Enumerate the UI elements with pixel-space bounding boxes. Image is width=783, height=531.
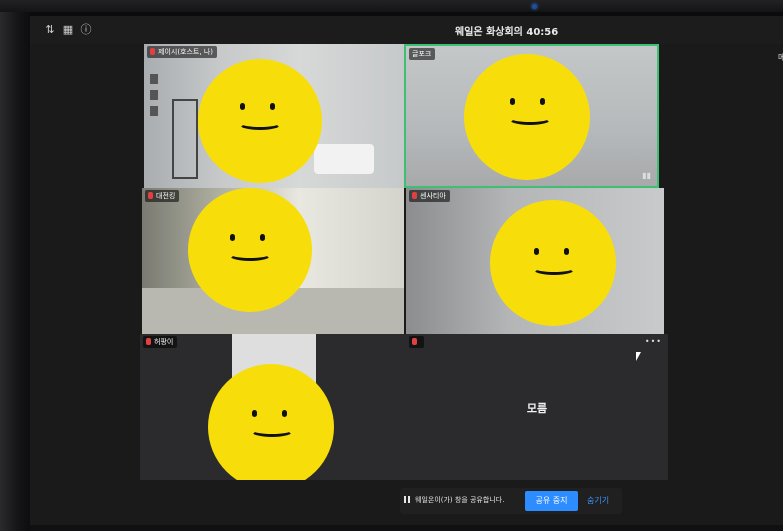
mic-muted-icon	[412, 338, 417, 345]
mic-muted-icon	[150, 48, 155, 55]
participant-name-tag: 센사티아	[409, 190, 450, 202]
eye	[282, 410, 287, 417]
avatar-smiley	[198, 59, 322, 183]
eye	[252, 410, 257, 417]
meeting-title: 웨일온 화상회의 40:56	[455, 23, 558, 38]
smile	[508, 112, 552, 125]
smile	[238, 117, 282, 130]
share-message-text: 웨일온이(가) 창을 공유합니다.	[415, 496, 505, 504]
eye	[240, 103, 245, 110]
mouse-cursor	[636, 352, 641, 361]
pause-icon	[404, 496, 410, 503]
side-panel-hint[interactable]: 메	[778, 52, 783, 63]
video-tile-2[interactable]: 글포크 ▮▮	[404, 44, 659, 188]
eye	[260, 234, 265, 241]
eye	[540, 98, 545, 105]
wall-frame	[150, 74, 158, 84]
participant-center-label: 모름	[526, 402, 548, 415]
eye	[564, 248, 569, 255]
title-bar: ⇅ ▦ ⓘ 웨일온 화상회의 40:56	[30, 16, 783, 44]
mic-muted-icon	[148, 192, 153, 199]
info-icon[interactable]: ⓘ	[80, 24, 92, 36]
participant-name-tag	[409, 336, 424, 348]
avatar-smiley	[188, 188, 312, 312]
participant-name: 제이시(호스트, 나)	[158, 48, 213, 56]
smile	[228, 248, 272, 261]
grid-icon[interactable]: ▦	[62, 24, 74, 36]
stop-share-button[interactable]: 공유 중지	[525, 491, 578, 511]
eye	[230, 234, 235, 241]
eye	[270, 103, 275, 110]
participant-name: 글포크	[412, 50, 432, 58]
video-tile-1[interactable]: 제이시(호스트, 나)	[144, 44, 404, 188]
smile	[250, 424, 294, 437]
wall-frame	[150, 90, 158, 100]
meeting-title-text: 웨일온 화상회의	[455, 27, 523, 38]
participant-name: 대전킹	[156, 192, 176, 200]
mic-muted-icon	[146, 338, 151, 345]
sofa	[314, 144, 374, 174]
mic-muted-icon	[412, 192, 417, 199]
speaking-icon: ▮▮	[642, 171, 651, 180]
participant-name-tag: 글포크	[409, 48, 436, 60]
avatar-smiley	[208, 364, 334, 480]
laptop-bezel-top	[0, 0, 783, 12]
smile	[532, 262, 576, 275]
video-tile-5[interactable]: 허팡이	[140, 334, 406, 480]
avatar-smiley	[490, 200, 616, 326]
wall-frame	[150, 106, 158, 116]
shelf	[172, 99, 198, 179]
participant-name-tag: 제이시(호스트, 나)	[147, 46, 217, 58]
avatar-smiley	[464, 54, 590, 180]
participant-name: 허팡이	[154, 338, 174, 346]
taskbar	[30, 525, 783, 531]
meeting-window: ⇅ ▦ ⓘ 웨일온 화상회의 40:56 메 제이시(호스트, 나) 글포크 ▮…	[30, 16, 783, 531]
laptop-bezel-left	[0, 0, 30, 531]
hide-button[interactable]: 숨기기	[587, 495, 609, 506]
video-tile-4[interactable]: 센사티아	[406, 188, 664, 334]
participant-name: 센사티아	[420, 192, 446, 200]
meeting-timer: 40:56	[526, 27, 559, 38]
participant-name-tag: 대전킹	[145, 190, 180, 202]
share-message: 웨일온이(가) 창을 공유합니다.	[404, 495, 504, 505]
video-tile-6[interactable]: ••• 모름	[406, 334, 668, 480]
more-options-button[interactable]: •••	[645, 337, 662, 346]
eye	[510, 98, 515, 105]
sort-icon[interactable]: ⇅	[44, 24, 56, 36]
video-tile-3[interactable]: 대전킹	[142, 188, 404, 334]
screen-share-bar: 웨일온이(가) 창을 공유합니다. 공유 중지 숨기기	[400, 488, 622, 514]
webcam-indicator	[532, 4, 537, 9]
eye	[534, 248, 539, 255]
participant-name-tag: 허팡이	[143, 336, 178, 348]
